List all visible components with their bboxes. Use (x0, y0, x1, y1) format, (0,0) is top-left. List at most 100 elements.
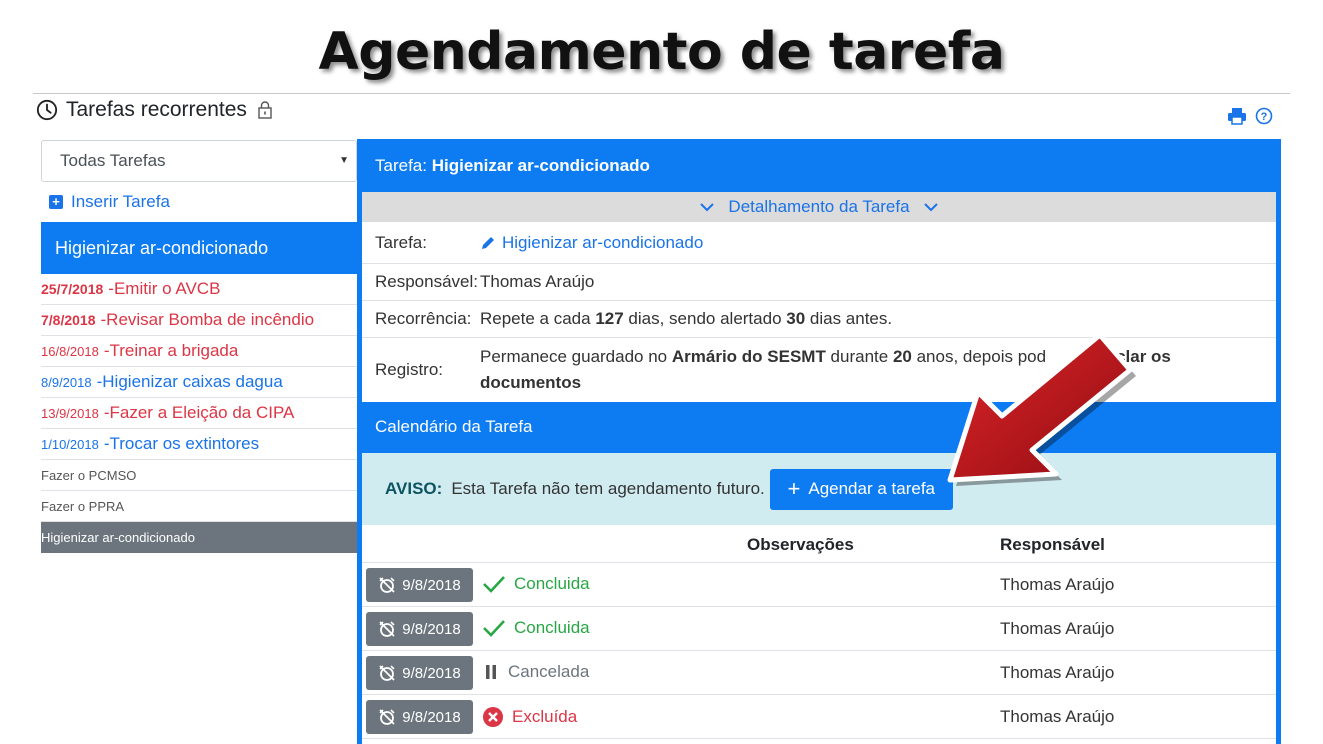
responsible-name: Thomas Araújo (1000, 619, 1115, 638)
detail-label: Tarefa: (375, 232, 427, 252)
divider (33, 93, 1290, 94)
status-deleted: Excluída (482, 706, 577, 728)
table-header: Observações Responsável (362, 525, 1276, 563)
date-button[interactable]: 9/8/2018 (366, 656, 473, 690)
detail-row-responsible: Responsável: Thomas Araújo (362, 264, 1276, 301)
responsible-name: Thomas Araújo (1000, 575, 1115, 594)
detail-row-task: Tarefa: Higienizar ar-condicionado (362, 222, 1276, 264)
sidebar-task-item[interactable]: 25/7/2018 - Emitir o AVCB (41, 274, 357, 305)
status-cancelled: Cancelada (482, 662, 589, 682)
edit-task-link[interactable]: Higienizar ar-condicionado (480, 233, 1276, 253)
check-icon (483, 620, 505, 637)
check-icon (483, 576, 505, 593)
calendar-title: Calendário da Tarefa (375, 417, 533, 436)
detail-value: Thomas Araújo (480, 272, 595, 291)
date-label: 9/8/2018 (402, 620, 461, 638)
alarm-off-icon (379, 709, 395, 725)
page-header: Tarefas recorrentes (36, 96, 273, 124)
page-title: Tarefas recorrentes (66, 98, 247, 121)
storage-years: 20 (892, 347, 912, 366)
detail-label: Responsável: (375, 272, 479, 291)
responsible-name: Thomas Araújo (1000, 707, 1115, 726)
date-button[interactable]: 9/8/2018 (366, 700, 473, 734)
sidebar: Todas Tarefas ▼ + Inserir Tarefa Higieni… (41, 140, 357, 553)
clock-icon (36, 99, 58, 121)
warning-text: Esta Tarefa não tem agendamento futuro. (451, 479, 765, 498)
task-name: Trocar os extintores (109, 434, 260, 453)
sidebar-task-item[interactable]: 13/9/2018 - Fazer a Eleição da CIPA (41, 398, 357, 429)
sidebar-task-item[interactable]: Fazer o PCMSO (41, 460, 357, 491)
task-date: 13/9/2018 (41, 405, 99, 421)
alert-days: 30 (786, 309, 806, 328)
text: Permanece guardado no (480, 347, 672, 366)
plus-square-icon: + (49, 195, 63, 209)
task-filter-select[interactable]: Todas Tarefas ▼ (41, 140, 357, 182)
date-button[interactable]: 9/8/2018 (366, 568, 473, 602)
date-label: 9/8/2018 (402, 708, 461, 726)
sidebar-task-item-selected[interactable]: Higienizar ar-condicionado (41, 522, 357, 553)
insert-task-label: Inserir Tarefa (71, 192, 170, 211)
status-completed: Concluida (482, 618, 590, 638)
detail-toggle-label: Detalhamento da Tarefa (728, 197, 910, 216)
detail-toggle[interactable]: Detalhamento da Tarefa (362, 192, 1276, 222)
toolbar: ? (1227, 107, 1273, 125)
task-name: Higienizar caixas dagua (102, 372, 283, 391)
status-label: Excluída (512, 707, 578, 726)
print-icon[interactable] (1227, 107, 1247, 125)
detail-value: Repete a cada 127 dias, sendo alertado 3… (480, 309, 1276, 329)
storage-place: Armário do SESMT (671, 347, 826, 366)
help-icon[interactable]: ? (1255, 107, 1273, 125)
table-row: 9/8/2018 Cancelada Thomas Araújo (362, 651, 1276, 695)
task-filter-value: Todas Tarefas (60, 151, 166, 170)
task-date: 8/9/2018 (41, 374, 92, 390)
status-completed: Concluida (482, 574, 590, 594)
plus-icon: + (787, 476, 801, 501)
text: dias antes. (805, 309, 893, 328)
panel-title-task: Higienizar ar-condicionado (431, 156, 650, 175)
insert-task-button[interactable]: + Inserir Tarefa (41, 182, 357, 222)
task-date: 25/7/2018 (41, 281, 104, 297)
sidebar-task-item[interactable]: 1/10/2018 - Trocar os extintores (41, 429, 357, 460)
task-name: Revisar Bomba de incêndio (106, 310, 315, 329)
table-row: 9/8/2018 Concluida Thomas Araújo (362, 563, 1276, 607)
chevron-down-icon (700, 203, 715, 212)
schedule-task-label: Agendar a tarefa (808, 479, 936, 498)
detail-label: Recorrência: (375, 309, 472, 328)
sidebar-task-item[interactable]: 8/9/2018 - Higienizar caixas dagua (41, 367, 357, 398)
responsible-name: Thomas Araújo (1000, 663, 1115, 682)
recurrence-days: 127 (595, 309, 624, 328)
column-responsible: Responsável (1000, 535, 1105, 554)
task-date: 1/10/2018 (41, 436, 99, 452)
caret-down-icon: ▼ (339, 155, 349, 166)
banner-title: Agendamento de tarefa (318, 22, 1005, 82)
column-observations: Observações (747, 535, 854, 554)
task-date: 7/8/2018 (41, 312, 96, 328)
table-row: 9/8/2018 Concluida Thomas Araújo (362, 607, 1276, 651)
pointer-arrow (947, 332, 1136, 486)
lock-icon[interactable] (257, 101, 273, 119)
detail-label: Registro: (375, 360, 444, 379)
status-label: Concluida (514, 618, 590, 637)
schedule-task-button[interactable]: + Agendar a tarefa (769, 468, 953, 510)
table-row: 9/8/2018 Excluída Thomas Araújo (362, 695, 1276, 739)
chevron-down-icon (923, 203, 938, 212)
date-label: 9/8/2018 (402, 576, 461, 594)
sidebar-task-item[interactable]: 16/8/2018 - Treinar a brigada (41, 336, 357, 367)
svg-text:?: ? (1261, 111, 1268, 123)
pause-icon (486, 665, 496, 679)
sidebar-active-task[interactable]: Higienizar ar-condicionado (41, 222, 357, 274)
text: durante (825, 347, 893, 366)
date-button[interactable]: 9/8/2018 (366, 612, 473, 646)
task-name: Treinar a brigada (109, 341, 239, 360)
sidebar-task-item[interactable]: 7/8/2018 - Revisar Bomba de incêndio (41, 305, 357, 336)
alarm-off-icon (379, 665, 395, 681)
task-name: Fazer a Eleição da CIPA (109, 403, 295, 422)
alarm-off-icon (379, 621, 395, 637)
pencil-icon (482, 236, 494, 249)
text: Repete a cada (480, 309, 596, 328)
sidebar-task-item[interactable]: Fazer o PPRA (41, 491, 357, 522)
task-name: Emitir o AVCB (113, 279, 221, 298)
panel-title-prefix: Tarefa: (375, 156, 427, 175)
text: documentos (480, 373, 582, 392)
status-label: Concluida (514, 574, 590, 593)
